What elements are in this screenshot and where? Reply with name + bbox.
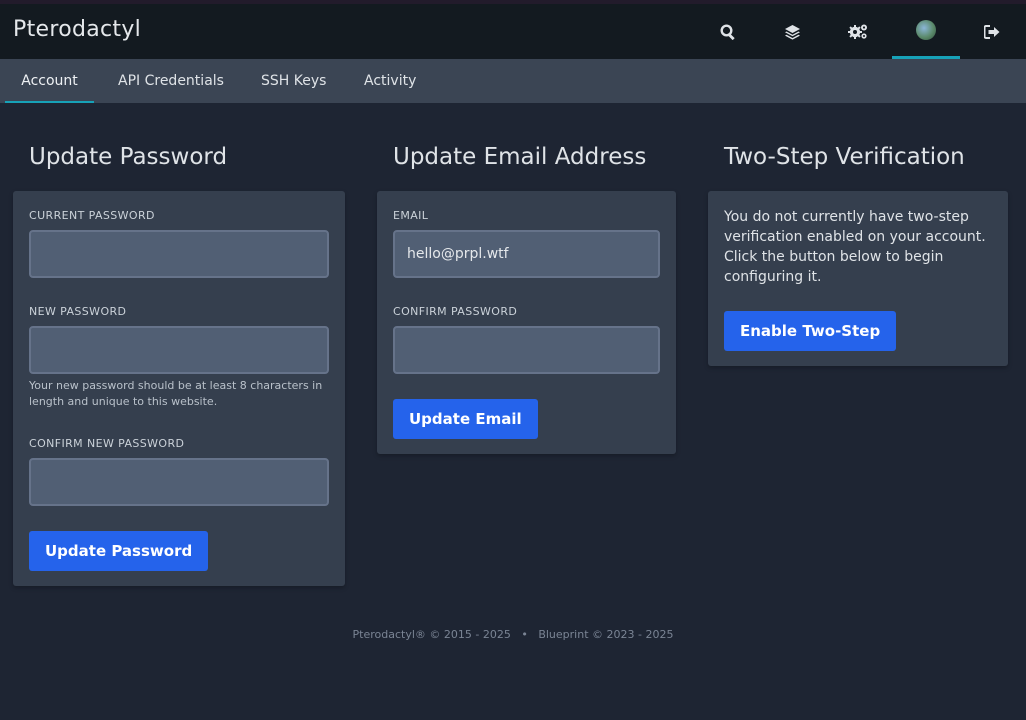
new-password-input[interactable]	[29, 326, 329, 374]
confirm-new-password-input[interactable]	[29, 458, 329, 506]
current-password-label: CURRENT PASSWORD	[29, 209, 155, 222]
logout-button[interactable]	[958, 4, 1026, 59]
email-input[interactable]	[393, 230, 660, 278]
servers-button[interactable]	[758, 4, 826, 59]
update-email-button[interactable]: Update Email	[393, 399, 538, 439]
tab-activity[interactable]: Activity	[364, 59, 416, 103]
tab-account[interactable]: Account	[5, 59, 94, 103]
confirm-new-password-label: CONFIRM NEW PASSWORD	[29, 437, 185, 450]
enable-two-step-button[interactable]: Enable Two-Step	[724, 311, 897, 351]
new-password-help: Your new password should be at least 8 c…	[29, 379, 323, 408]
two-step-heading: Two-Step Verification	[724, 144, 965, 170]
layers-icon	[784, 24, 800, 40]
two-step-card: You do not currently have two-step verif…	[708, 191, 1008, 366]
two-step-description: You do not currently have two-step verif…	[724, 209, 986, 285]
update-password-card: CURRENT PASSWORD NEW PASSWORD Your new p…	[13, 191, 345, 586]
email-label: EMAIL	[393, 209, 429, 222]
update-email-heading: Update Email Address	[393, 144, 647, 170]
current-password-input[interactable]	[29, 230, 329, 278]
update-password-button[interactable]: Update Password	[29, 531, 209, 571]
search-button[interactable]	[694, 4, 762, 59]
tab-api-credentials[interactable]: API Credentials	[118, 59, 224, 103]
app-title[interactable]: Pterodactyl	[13, 17, 141, 42]
new-password-label: NEW PASSWORD	[29, 305, 127, 318]
footer-copyright: Pterodactyl® © 2015 - 2025 • Blueprint ©…	[352, 628, 674, 641]
update-email-card: EMAIL CONFIRM PASSWORD Update Email	[377, 191, 676, 454]
admin-button[interactable]	[824, 4, 892, 59]
update-password-heading: Update Password	[29, 144, 228, 170]
search-icon	[720, 23, 735, 40]
confirm-password-label: CONFIRM PASSWORD	[393, 305, 518, 318]
cogs-icon	[847, 24, 867, 39]
top-navbar: Pterodactyl	[0, 0, 1026, 59]
avatar	[916, 20, 936, 40]
account-subnav: Account API Credentials SSH Keys Activit…	[0, 59, 1026, 103]
confirm-password-input[interactable]	[393, 326, 660, 374]
sign-out-icon	[984, 24, 1000, 39]
account-button[interactable]	[892, 4, 960, 59]
tab-ssh-keys[interactable]: SSH Keys	[261, 59, 326, 103]
